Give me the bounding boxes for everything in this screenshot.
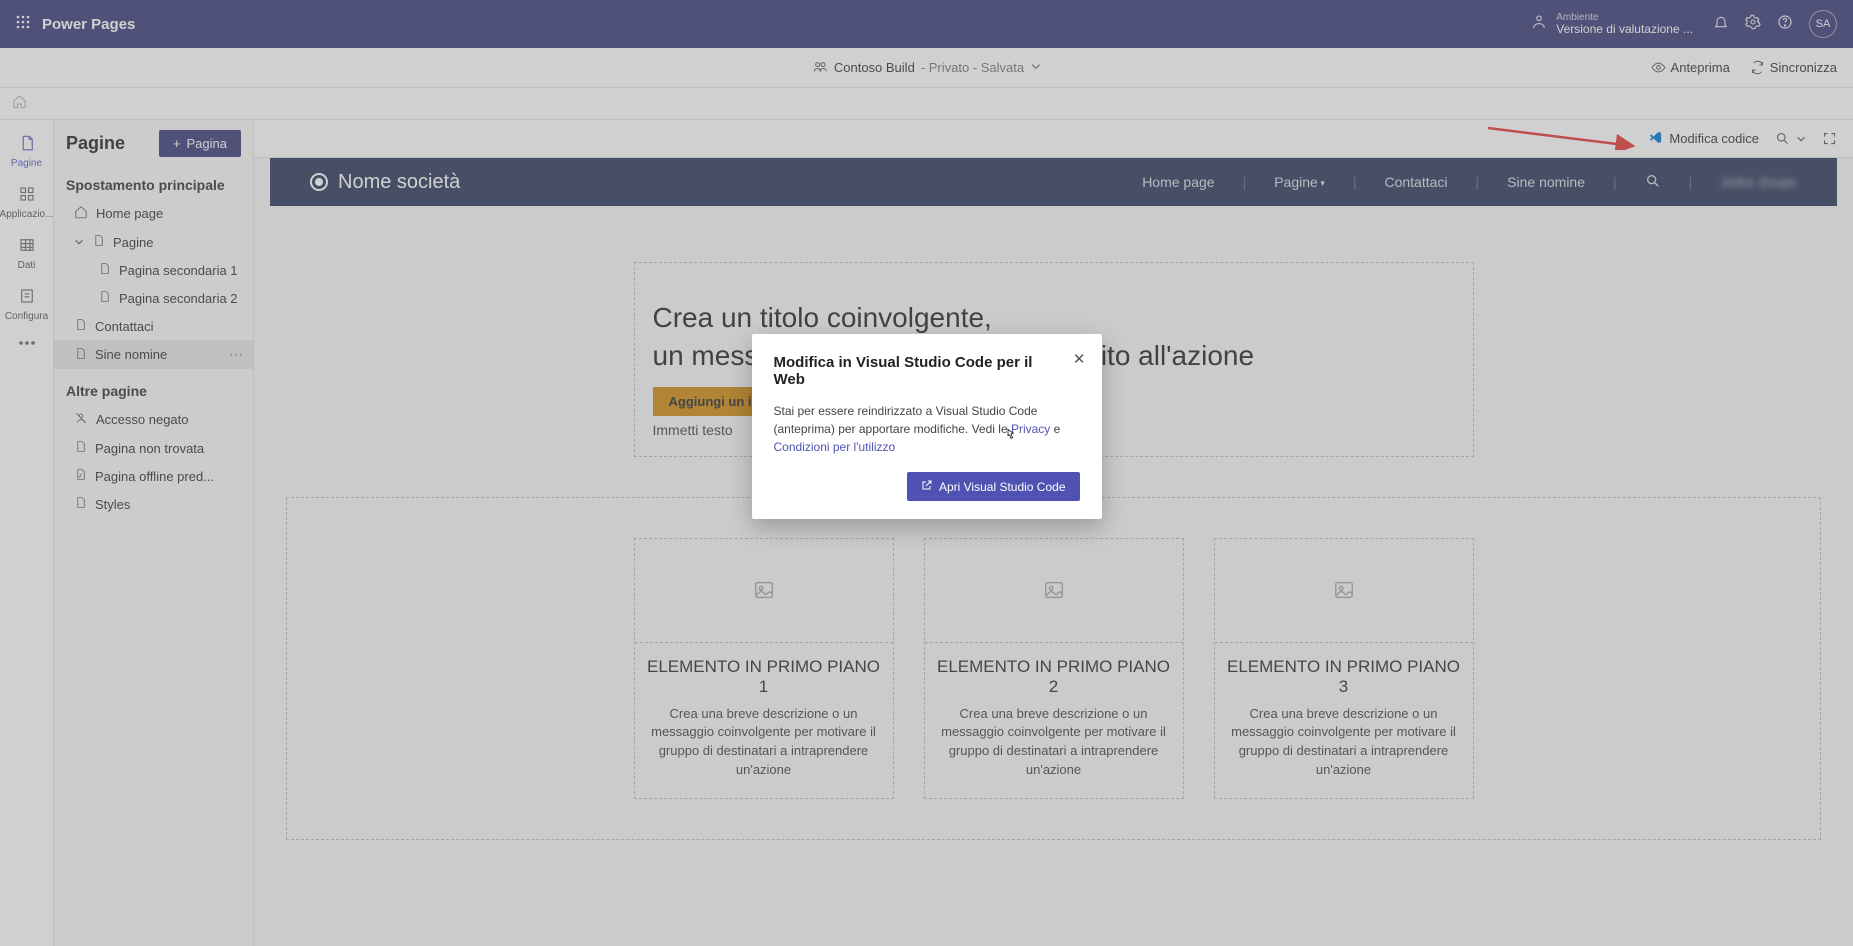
external-link-icon — [921, 479, 933, 494]
modal-body: Stai per essere reindirizzato a Visual S… — [774, 402, 1080, 456]
modal-overlay: Modifica in Visual Studio Code per il We… — [0, 0, 1853, 946]
vscode-modal: Modifica in Visual Studio Code per il We… — [752, 334, 1102, 519]
open-vscode-button[interactable]: Apri Visual Studio Code — [907, 472, 1080, 501]
modal-title: Modifica in Visual Studio Code per il We… — [774, 354, 1080, 388]
close-icon[interactable]: ✕ — [1073, 350, 1086, 368]
privacy-link[interactable]: Privacy — [1011, 422, 1050, 436]
terms-link[interactable]: Condizioni per l'utilizzo — [774, 440, 896, 454]
